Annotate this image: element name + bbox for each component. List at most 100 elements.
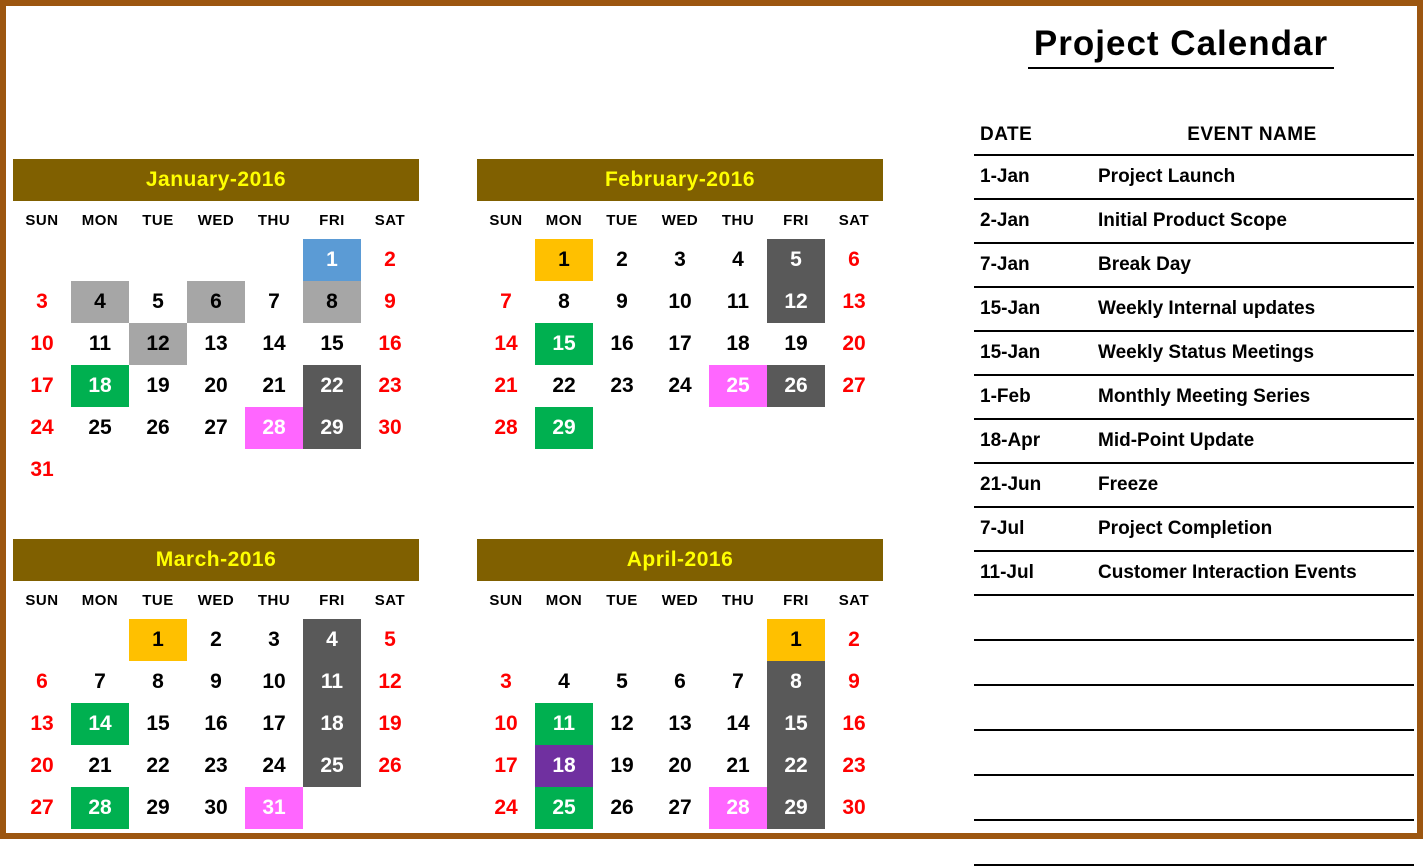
day-cell-january-2016-28[interactable]: 28 (245, 407, 303, 449)
day-cell-march-2016-9[interactable]: 9 (187, 661, 245, 703)
day-cell-april-2016-27[interactable]: 27 (651, 787, 709, 829)
day-cell-january-2016-11[interactable]: 11 (71, 323, 129, 365)
day-cell-march-2016-26[interactable]: 26 (361, 745, 419, 787)
event-row[interactable]: 7-Jul Project Completion (974, 507, 1414, 552)
day-cell-april-2016-2[interactable]: 2 (825, 619, 883, 661)
day-cell-april-2016-20[interactable]: 20 (651, 745, 709, 787)
day-cell-january-2016-30[interactable]: 30 (361, 407, 419, 449)
day-cell-april-2016-21[interactable]: 21 (709, 745, 767, 787)
day-cell-january-2016-21[interactable]: 21 (245, 365, 303, 407)
day-cell-january-2016-31[interactable]: 31 (13, 449, 71, 491)
event-row-empty[interactable] (974, 775, 1414, 821)
event-row[interactable]: 21-Jun Freeze (974, 463, 1414, 508)
day-cell-march-2016-3[interactable]: 3 (245, 619, 303, 661)
day-cell-february-2016-15[interactable]: 15 (535, 323, 593, 365)
day-cell-april-2016-14[interactable]: 14 (709, 703, 767, 745)
day-cell-february-2016-20[interactable]: 20 (825, 323, 883, 365)
day-cell-february-2016-6[interactable]: 6 (825, 239, 883, 281)
day-cell-february-2016-18[interactable]: 18 (709, 323, 767, 365)
day-cell-january-2016-14[interactable]: 14 (245, 323, 303, 365)
day-cell-february-2016-2[interactable]: 2 (593, 239, 651, 281)
day-cell-march-2016-15[interactable]: 15 (129, 703, 187, 745)
day-cell-february-2016-29[interactable]: 29 (535, 407, 593, 449)
day-cell-february-2016-14[interactable]: 14 (477, 323, 535, 365)
day-cell-january-2016-23[interactable]: 23 (361, 365, 419, 407)
event-row[interactable]: 15-Jan Weekly Status Meetings (974, 331, 1414, 376)
event-row-empty[interactable] (974, 820, 1414, 866)
day-cell-april-2016-5[interactable]: 5 (593, 661, 651, 703)
day-cell-march-2016-20[interactable]: 20 (13, 745, 71, 787)
day-cell-february-2016-17[interactable]: 17 (651, 323, 709, 365)
day-cell-march-2016-27[interactable]: 27 (13, 787, 71, 829)
day-cell-february-2016-24[interactable]: 24 (651, 365, 709, 407)
day-cell-january-2016-9[interactable]: 9 (361, 281, 419, 323)
day-cell-february-2016-7[interactable]: 7 (477, 281, 535, 323)
day-cell-february-2016-25[interactable]: 25 (709, 365, 767, 407)
day-cell-january-2016-1[interactable]: 1 (303, 239, 361, 281)
day-cell-march-2016-24[interactable]: 24 (245, 745, 303, 787)
day-cell-april-2016-16[interactable]: 16 (825, 703, 883, 745)
event-row[interactable]: 1-Feb Monthly Meeting Series (974, 375, 1414, 420)
event-row-empty[interactable] (974, 685, 1414, 731)
day-cell-april-2016-11[interactable]: 11 (535, 703, 593, 745)
day-cell-april-2016-25[interactable]: 25 (535, 787, 593, 829)
day-cell-january-2016-8[interactable]: 8 (303, 281, 361, 323)
day-cell-april-2016-22[interactable]: 22 (767, 745, 825, 787)
event-row[interactable]: 2-Jan Initial Product Scope (974, 199, 1414, 244)
day-cell-april-2016-15[interactable]: 15 (767, 703, 825, 745)
day-cell-january-2016-29[interactable]: 29 (303, 407, 361, 449)
day-cell-january-2016-16[interactable]: 16 (361, 323, 419, 365)
day-cell-march-2016-22[interactable]: 22 (129, 745, 187, 787)
day-cell-march-2016-12[interactable]: 12 (361, 661, 419, 703)
day-cell-january-2016-20[interactable]: 20 (187, 365, 245, 407)
day-cell-january-2016-19[interactable]: 19 (129, 365, 187, 407)
day-cell-january-2016-22[interactable]: 22 (303, 365, 361, 407)
day-cell-april-2016-18[interactable]: 18 (535, 745, 593, 787)
day-cell-january-2016-17[interactable]: 17 (13, 365, 71, 407)
event-row[interactable]: 7-Jan Break Day (974, 243, 1414, 288)
day-cell-march-2016-29[interactable]: 29 (129, 787, 187, 829)
day-cell-april-2016-29[interactable]: 29 (767, 787, 825, 829)
day-cell-march-2016-4[interactable]: 4 (303, 619, 361, 661)
day-cell-march-2016-8[interactable]: 8 (129, 661, 187, 703)
day-cell-march-2016-10[interactable]: 10 (245, 661, 303, 703)
day-cell-march-2016-7[interactable]: 7 (71, 661, 129, 703)
day-cell-april-2016-30[interactable]: 30 (825, 787, 883, 829)
event-row-empty[interactable] (974, 595, 1414, 641)
day-cell-february-2016-16[interactable]: 16 (593, 323, 651, 365)
day-cell-february-2016-22[interactable]: 22 (535, 365, 593, 407)
day-cell-march-2016-30[interactable]: 30 (187, 787, 245, 829)
day-cell-january-2016-27[interactable]: 27 (187, 407, 245, 449)
event-row-empty[interactable] (974, 640, 1414, 686)
day-cell-march-2016-16[interactable]: 16 (187, 703, 245, 745)
day-cell-january-2016-25[interactable]: 25 (71, 407, 129, 449)
day-cell-april-2016-10[interactable]: 10 (477, 703, 535, 745)
day-cell-february-2016-28[interactable]: 28 (477, 407, 535, 449)
day-cell-january-2016-26[interactable]: 26 (129, 407, 187, 449)
day-cell-march-2016-19[interactable]: 19 (361, 703, 419, 745)
day-cell-april-2016-1[interactable]: 1 (767, 619, 825, 661)
day-cell-february-2016-8[interactable]: 8 (535, 281, 593, 323)
event-row[interactable]: 1-Jan Project Launch (974, 155, 1414, 200)
day-cell-january-2016-13[interactable]: 13 (187, 323, 245, 365)
day-cell-march-2016-31[interactable]: 31 (245, 787, 303, 829)
day-cell-march-2016-11[interactable]: 11 (303, 661, 361, 703)
day-cell-january-2016-2[interactable]: 2 (361, 239, 419, 281)
day-cell-january-2016-6[interactable]: 6 (187, 281, 245, 323)
day-cell-january-2016-3[interactable]: 3 (13, 281, 71, 323)
day-cell-march-2016-2[interactable]: 2 (187, 619, 245, 661)
day-cell-march-2016-25[interactable]: 25 (303, 745, 361, 787)
day-cell-january-2016-4[interactable]: 4 (71, 281, 129, 323)
day-cell-february-2016-1[interactable]: 1 (535, 239, 593, 281)
day-cell-february-2016-4[interactable]: 4 (709, 239, 767, 281)
day-cell-february-2016-21[interactable]: 21 (477, 365, 535, 407)
day-cell-april-2016-3[interactable]: 3 (477, 661, 535, 703)
day-cell-february-2016-27[interactable]: 27 (825, 365, 883, 407)
day-cell-january-2016-15[interactable]: 15 (303, 323, 361, 365)
day-cell-february-2016-19[interactable]: 19 (767, 323, 825, 365)
day-cell-april-2016-28[interactable]: 28 (709, 787, 767, 829)
day-cell-january-2016-10[interactable]: 10 (13, 323, 71, 365)
day-cell-march-2016-23[interactable]: 23 (187, 745, 245, 787)
day-cell-april-2016-26[interactable]: 26 (593, 787, 651, 829)
day-cell-april-2016-7[interactable]: 7 (709, 661, 767, 703)
